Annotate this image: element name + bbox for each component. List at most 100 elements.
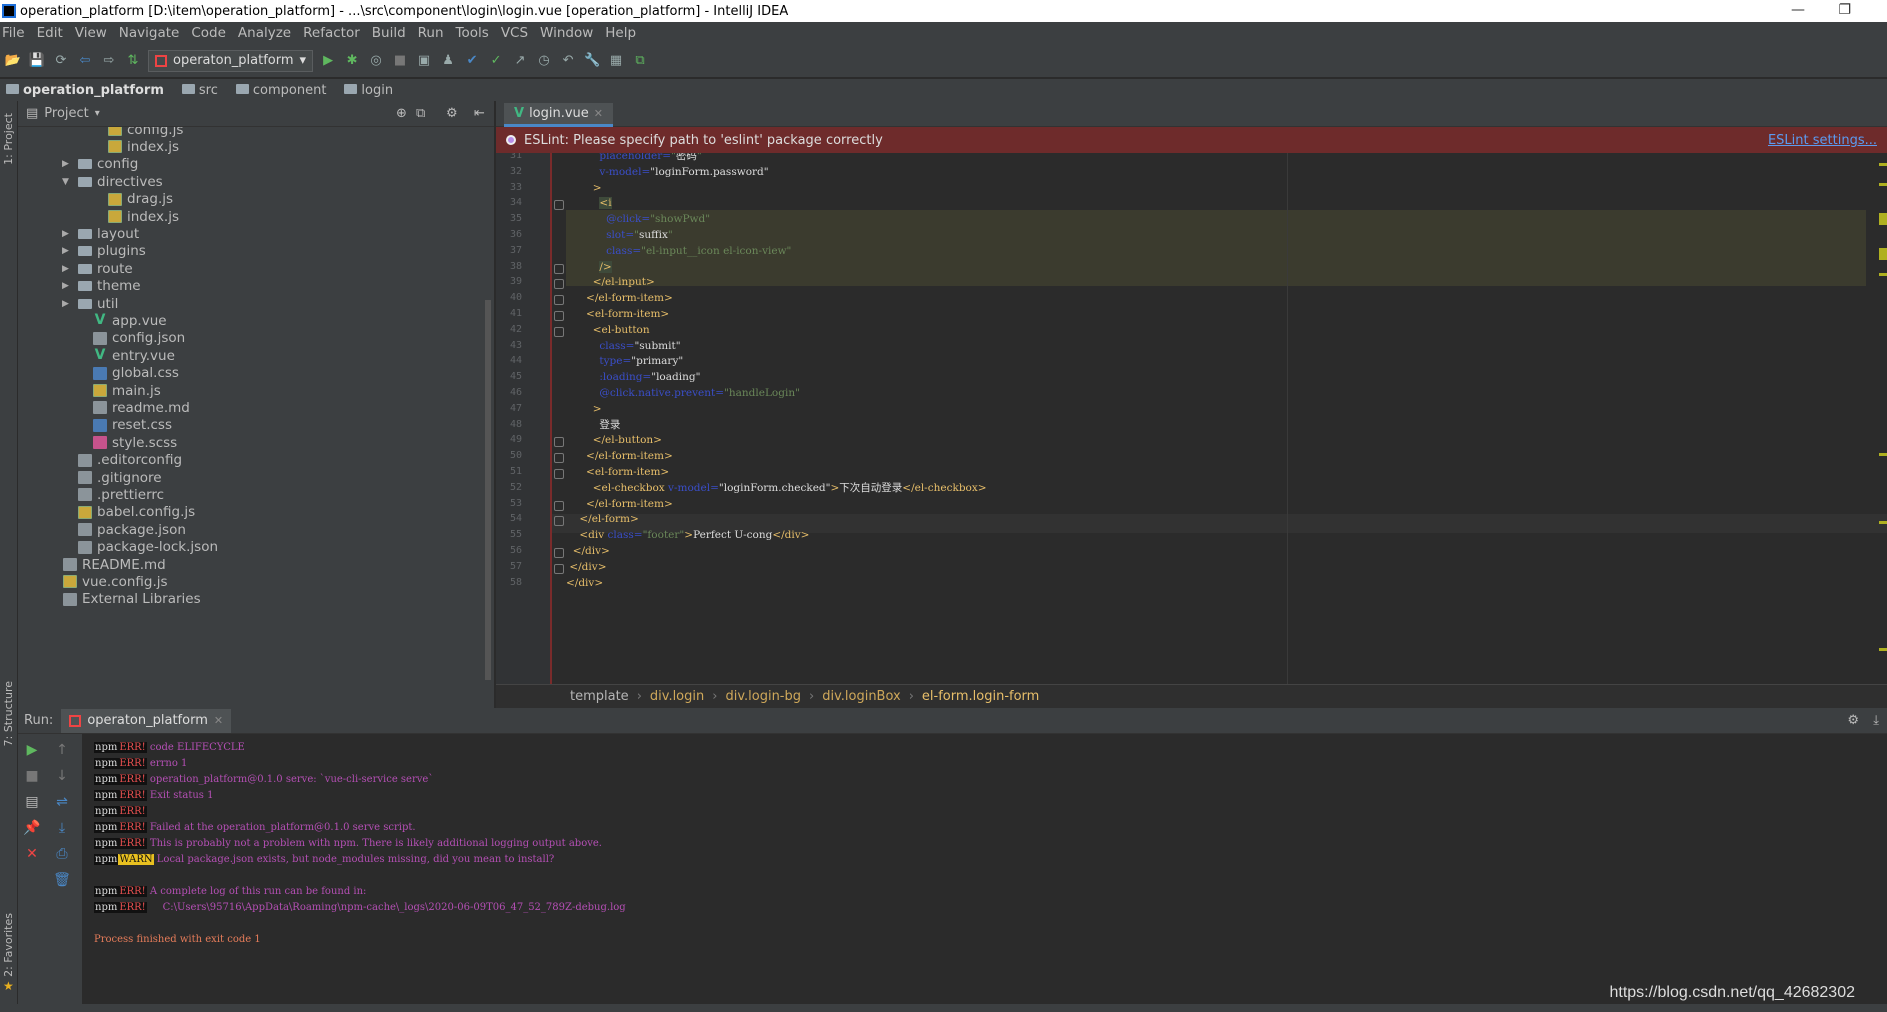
tasks-icon[interactable]: ⧉ [631,52,649,70]
vcs-compare-icon[interactable]: ↗ [511,52,529,70]
tab-login-vue[interactable]: V login.vue ✕ [504,103,614,127]
run-config-select[interactable]: operaton_platform ▾ [148,49,314,72]
fold-marker-icon[interactable] [554,453,564,464]
open-folder-icon[interactable]: 📂 [4,52,22,70]
fold-marker-icon[interactable] [554,279,564,290]
sync-icon[interactable]: ⟳ [52,52,70,70]
hide-panel-icon[interactable]: ⇤ [474,106,485,121]
menu-item-window[interactable]: Window [540,25,593,41]
code-crumb[interactable]: template [570,689,629,704]
save-icon[interactable]: 💾 [28,52,46,70]
code-crumb[interactable]: div.login [650,689,704,704]
fold-marker-icon[interactable] [554,263,564,274]
fold-marker-icon[interactable] [554,563,564,574]
gear-icon[interactable]: ⚙ [1847,713,1859,728]
menu-item-view[interactable]: View [75,25,107,41]
chevron-down-icon[interactable]: ▼ [62,177,74,187]
vcs-commit-icon[interactable]: ✓ [487,52,505,70]
menu-item-analyze[interactable]: Analyze [238,25,291,41]
vcs-update-icon[interactable]: ✔ [463,52,481,70]
menu-item-run[interactable]: Run [418,25,444,41]
close-icon[interactable]: ✕ [594,107,603,120]
chevron-right-icon[interactable]: ▶ [62,299,74,309]
soft-wrap-icon[interactable]: ⇌ [54,794,70,810]
settings-icon[interactable]: 🔧 [583,52,601,70]
fold-marker-icon[interactable] [554,295,564,306]
down-arrow-icon[interactable]: ↓ [54,768,70,784]
pin-icon[interactable]: 📌 [23,820,40,836]
profile-icon[interactable]: ♟ [439,52,457,70]
menu-item-edit[interactable]: Edit [37,25,63,41]
code-crumb[interactable]: el-form.login-form [922,689,1039,704]
run-icon[interactable]: ▶ [319,52,337,70]
chevron-right-icon[interactable]: ▶ [62,264,74,274]
project-structure-icon[interactable]: ▦ [607,52,625,70]
code-crumb[interactable]: div.login-bg [725,689,801,704]
stop-icon[interactable]: ■ [391,52,409,70]
attach-icon[interactable]: ▣ [415,52,433,70]
fold-marker-icon[interactable] [554,548,564,558]
back-icon[interactable]: ⇦ [76,52,94,70]
code-editor[interactable]: 31 placeholder="密码" 32 v-model="loginForm… [496,153,1887,684]
stop-icon[interactable]: ■ [24,768,40,784]
hide-panel-icon[interactable]: ⤓ [1873,713,1879,728]
chevron-right-icon[interactable]: ▶ [62,159,74,169]
tree-file[interactable]: External Libraries [63,589,201,610]
chevron-down-icon[interactable]: ▾ [95,108,100,119]
trash-icon[interactable]: 🗑 [53,872,71,888]
fold-marker-icon[interactable] [554,516,564,527]
menu-item-code[interactable]: Code [191,25,226,41]
chevron-right-icon[interactable]: ▶ [62,246,74,256]
stripe-mark[interactable] [1879,648,1887,651]
stripe-mark[interactable] [1879,183,1887,186]
restore-button[interactable]: ❐ [1838,2,1851,18]
scroll-to-end-icon[interactable]: ⤓ [54,820,70,836]
menu-item-vcs[interactable]: VCS [501,25,528,41]
vcs-history-icon[interactable]: ◷ [535,52,553,70]
fold-marker-icon[interactable] [554,437,564,448]
build-icon[interactable]: ⇅ [124,52,142,70]
fold-marker-icon[interactable] [554,500,564,511]
fold-marker-icon[interactable] [554,326,564,337]
revert-icon[interactable]: ↶ [559,52,577,70]
project-tool-tab[interactable]: 1: Project [2,113,15,165]
nav-crumb[interactable]: component [235,83,326,98]
structure-tool-tab[interactable]: 7: Structure [2,681,15,746]
code-crumb[interactable]: div.loginBox [822,689,901,704]
stripe-mark[interactable] [1879,453,1887,456]
stripe-mark[interactable] [1879,521,1887,524]
favorites-tool-tab[interactable]: 2: Favorites [2,913,15,977]
locate-icon[interactable]: ⊕ [396,106,407,121]
fold-marker-icon[interactable] [554,311,564,321]
run-console[interactable]: npm ERR! code ELIFECYCLE npm ERR! errno 1 np… [82,734,1887,1012]
stripe-mark[interactable] [1879,163,1887,166]
minimize-button[interactable]: — [1791,2,1805,18]
error-stripe[interactable] [1877,153,1887,684]
fold-marker-icon[interactable] [554,469,564,479]
run-tab[interactable]: operaton_platform ✕ [61,708,232,733]
chevron-right-icon[interactable]: ▶ [62,281,74,291]
nav-crumb[interactable]: src [181,83,218,98]
restore-layout-icon[interactable]: ▤ [24,794,40,810]
menu-item-build[interactable]: Build [372,25,406,41]
menu-item-help[interactable]: Help [605,25,636,41]
print-icon[interactable]: ⎙ [54,846,70,862]
stripe-mark[interactable] [1879,213,1887,225]
menu-item-tools[interactable]: Tools [456,25,489,41]
rerun-icon[interactable]: ▶ [24,742,40,758]
forward-icon[interactable]: ⇨ [100,52,118,70]
menu-item-file[interactable]: File [2,25,25,41]
chevron-right-icon[interactable]: ▶ [62,229,74,239]
stripe-mark[interactable] [1879,273,1887,276]
project-panel-title[interactable]: Project [44,106,88,121]
fold-marker-icon[interactable] [554,200,564,211]
up-arrow-icon[interactable]: ↑ [54,742,70,758]
gear-icon[interactable]: ⚙ [446,106,458,121]
project-scrollbar[interactable] [485,300,491,680]
collapse-all-icon[interactable]: ⧉ [416,106,425,121]
close-icon[interactable]: ✕ [24,846,40,862]
eslint-settings-link[interactable]: ESLint settings... [1768,133,1877,148]
debug-icon[interactable]: ✱ [343,52,361,70]
stripe-mark[interactable] [1879,248,1887,260]
nav-crumb[interactable]: operation_platform [6,83,164,98]
